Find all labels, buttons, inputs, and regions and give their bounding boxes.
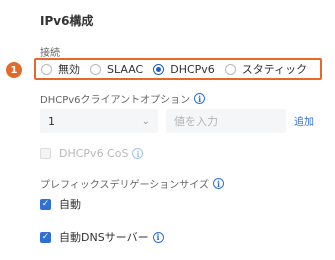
connection-label: 接続 — [40, 48, 60, 59]
cos-checkbox — [40, 148, 51, 159]
client-option-label-row: DHCPv6クライアントオプション i — [40, 91, 206, 106]
prefix-label-row: プレフィックスデリゲーションサイズ i — [40, 176, 224, 191]
radio-dhcpv6[interactable]: DHCPv6 — [153, 63, 215, 76]
auto-label: 自動 — [59, 198, 81, 211]
info-icon: i — [132, 148, 144, 159]
radio-static[interactable]: スタティック — [224, 61, 308, 77]
auto-checkbox-row[interactable]: ✓ 自動 — [40, 196, 81, 212]
connection-radio-group: 無効 SLAAC DHCPv6 スタティック — [41, 61, 317, 77]
info-icon[interactable]: i — [194, 93, 206, 104]
chevron-down-icon: ⌄ — [141, 115, 150, 127]
auto-dns-checkbox-row[interactable]: ✓ 自動DNSサーバー i — [40, 229, 164, 245]
auto-dns-label: 自動DNSサーバー — [59, 231, 149, 244]
prefix-label: プレフィックスデリゲーションサイズ — [40, 180, 209, 191]
radio-circle-selected[interactable] — [153, 63, 165, 75]
cos-checkbox-row: DHCPv6 CoS i — [40, 147, 144, 160]
client-option-select[interactable]: 1 ⌄ — [40, 109, 158, 133]
input-placeholder: 値を入力 — [174, 115, 218, 128]
add-button[interactable]: 追加 — [294, 113, 314, 128]
info-icon[interactable]: i — [213, 178, 224, 189]
auto-dns-checkbox[interactable]: ✓ — [40, 231, 51, 243]
radio-disabled[interactable]: 無効 — [41, 61, 80, 77]
radio-circle[interactable] — [41, 63, 52, 75]
radio-circle[interactable] — [224, 63, 236, 75]
cos-label: DHCPv6 CoS — [59, 147, 129, 160]
step-badge: 1 — [6, 62, 22, 78]
radio-label: 無効 — [58, 63, 80, 76]
client-option-label: DHCPv6クライアントオプション — [40, 95, 191, 106]
info-icon[interactable]: i — [152, 231, 164, 243]
auto-checkbox[interactable]: ✓ — [40, 198, 51, 210]
section-title: IPv6構成 — [40, 14, 94, 28]
radio-slaac[interactable]: SLAAC — [90, 63, 143, 76]
select-value: 1 — [48, 114, 55, 128]
radio-circle[interactable] — [90, 63, 101, 75]
radio-label: SLAAC — [107, 62, 144, 76]
radio-label: スタティック — [241, 63, 308, 76]
radio-label: DHCPv6 — [170, 62, 215, 76]
client-option-value-input[interactable]: 値を入力 — [166, 109, 286, 133]
